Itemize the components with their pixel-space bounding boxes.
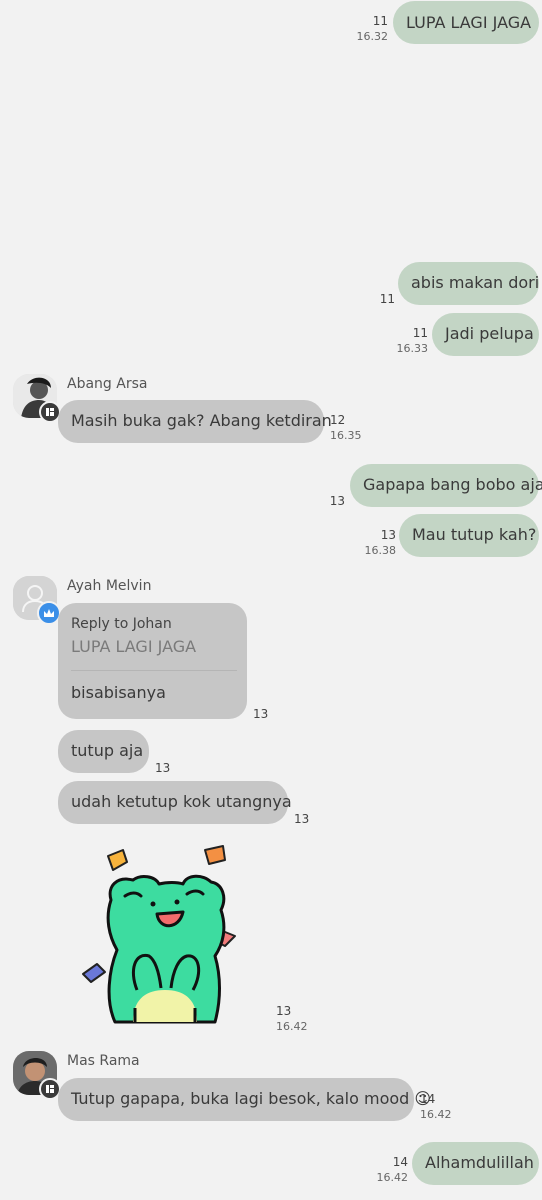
outgoing-message-bubble[interactable]: Alhamdulillah (412, 1142, 539, 1185)
message-meta: 14 16.42 (420, 1092, 452, 1122)
read-count: 13 (294, 812, 310, 826)
frog-sticker-icon (82, 845, 236, 1024)
read-count: 12 (330, 413, 346, 427)
divider (71, 670, 237, 671)
message-time: 16.35 (330, 429, 362, 442)
frog-sticker[interactable] (75, 840, 255, 1025)
sender-name: Mas Rama (67, 1053, 140, 1069)
message-meta: 13 (155, 761, 170, 776)
read-count: 13 (380, 528, 396, 542)
read-count: 13 (155, 761, 171, 775)
outgoing-message-bubble[interactable]: Jadi pelupa (432, 313, 539, 356)
reply-label: Reply to Johan (71, 616, 172, 632)
message-time: 16.42 (276, 1020, 308, 1033)
read-count: 11 (372, 14, 388, 28)
message-meta: 11 (380, 292, 395, 307)
message-time: 16.42 (376, 1171, 409, 1184)
read-count: 13 (276, 1004, 292, 1018)
outgoing-message-bubble[interactable]: LUPA LAGI JAGA (393, 1, 539, 44)
read-count: 14 (392, 1155, 408, 1169)
message-meta: 11 16.33 (397, 326, 429, 356)
message-meta: 12 16.35 (330, 413, 362, 443)
message-time: 16.42 (420, 1108, 452, 1121)
message-meta: 13 (294, 812, 309, 827)
outgoing-message-bubble[interactable]: Gapapa bang bobo aja (350, 464, 542, 507)
message-meta: 13 16.38 (365, 528, 397, 558)
message-meta: 11 16.32 (357, 14, 389, 44)
message-meta: 14 16.42 (377, 1155, 409, 1185)
read-count: 13 (253, 707, 269, 721)
incoming-message-bubble[interactable]: Tutup gapapa, buka lagi besok, kalo mood… (58, 1078, 431, 1121)
read-count: 11 (412, 326, 428, 340)
reply-quote: LUPA LAGI JAGA (71, 637, 197, 656)
message-meta: 13 16.42 (276, 1004, 308, 1034)
message-meta: 13 (330, 494, 345, 509)
reply-message-bubble[interactable]: Reply to Johan LUPA LAGI JAGA bisabisany… (58, 603, 247, 719)
sender-name: Abang Arsa (67, 376, 148, 392)
read-count: 13 (329, 494, 345, 508)
read-count: 11 (379, 292, 395, 306)
message-text: bisabisanya (71, 683, 166, 702)
message-time: 16.33 (396, 342, 429, 355)
outgoing-message-bubble[interactable]: abis makan dori (398, 262, 539, 305)
incoming-message-bubble[interactable]: udah ketutup kok utangnya (58, 781, 292, 824)
sender-name: Ayah Melvin (67, 578, 152, 594)
incoming-message-bubble[interactable]: Masih buka gak? Abang ketdiran (58, 400, 332, 443)
read-count: 14 (420, 1092, 436, 1106)
outgoing-message-bubble[interactable]: Mau tutup kah? (399, 514, 539, 557)
incoming-message-bubble[interactable]: tutup aja (58, 730, 149, 773)
message-time: 16.38 (364, 544, 397, 557)
message-meta: 13 (253, 707, 268, 722)
message-time: 16.32 (356, 30, 389, 43)
